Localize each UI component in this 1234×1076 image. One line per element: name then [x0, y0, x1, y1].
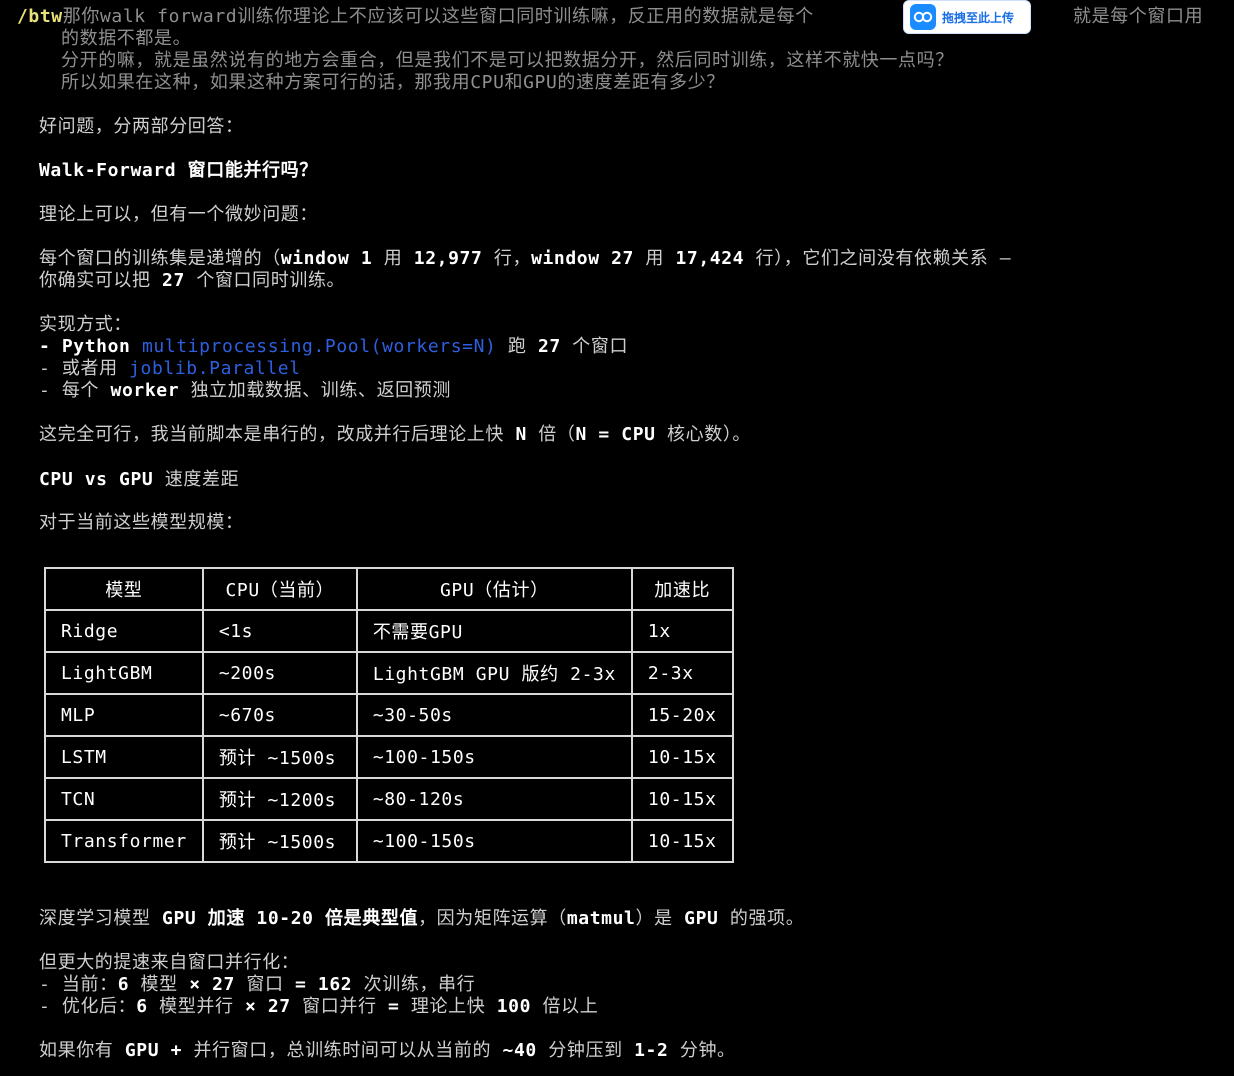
cell-gpu: ~80-120s [355, 777, 633, 821]
cell-speedup: 15-20x [630, 693, 734, 737]
s1-conclusion: 这完全可行，我当前脚本是串行的，改成并行后理论上快 N 倍（N = CPU 核心… [39, 424, 752, 445]
cell-gpu: LightGBM GPU 版约 2-3x [355, 651, 633, 695]
column-header-cpu: CPU（当前） [201, 567, 358, 611]
impl-list-item: - 每个 worker 独立加载数据、训练、返回预测 [39, 380, 451, 401]
cell-speedup: 10-15x [630, 735, 734, 779]
code-joblib-parallel: joblib.Parallel [129, 358, 301, 379]
cell-model: LightGBM [44, 651, 204, 695]
answer-intro: 好问题，分两部分回答： [39, 116, 244, 137]
s2-intro: 对于当前这些模型规模： [39, 512, 244, 533]
cell-model: Transformer [44, 819, 204, 863]
user-prompt-line-4: 所以如果在这种，如果这种方案可行的话，那我用CPU和GPU的速度差距有多少？ [61, 72, 725, 93]
s1-paragraph-2: 每个窗口的训练集是递增的（window 1 用 12,977 行，window … [39, 248, 1012, 269]
table-header-row: 模型 CPU（当前） GPU（估计） 加速比 [44, 567, 734, 611]
table-row: Transformer 预计 ~1500s ~100-150s 10-15x [44, 819, 734, 863]
table-row: Ridge <1s 不需要GPU 1x [44, 609, 734, 653]
upload-overlay: 拖拽至此上传 [903, 0, 1063, 50]
cell-gpu: ~100-150s [355, 819, 633, 863]
cell-gpu: ~100-150s [355, 735, 633, 779]
cell-model: TCN [44, 777, 204, 821]
table-row: LightGBM ~200s LightGBM GPU 版约 2-3x 2-3x [44, 651, 734, 695]
table-row: MLP ~670s ~30-50s 15-20x [44, 693, 734, 737]
column-header-model: 模型 [44, 567, 204, 611]
cell-cpu: ~200s [201, 651, 358, 695]
table-row: LSTM 预计 ~1500s ~100-150s 10-15x [44, 735, 734, 779]
btw-command: /btw [17, 6, 63, 27]
column-header-gpu: GPU（估计） [355, 567, 633, 611]
impl-list-item: - Python multiprocessing.Pool(workers=N)… [39, 336, 629, 357]
section-heading-cpu-vs-gpu: CPU vs GPU 速度差距 [39, 469, 240, 490]
cell-cpu: 预计 ~1200s [201, 777, 358, 821]
user-prompt-line-2: 的数据不都是。 [61, 28, 192, 49]
cell-speedup: 2-3x [630, 651, 734, 695]
s2-paragraph-1: 深度学习模型 GPU 加速 10-20 倍是典型值，因为矩阵运算（matmul）… [39, 908, 805, 929]
cell-cpu: 预计 ~1500s [201, 819, 358, 863]
cell-cpu: <1s [201, 609, 358, 653]
final-summary: 如果你有 GPU + 并行窗口，总训练时间可以从当前的 ~40 分钟压到 1-2… [39, 1040, 736, 1061]
cell-speedup: 10-15x [630, 819, 734, 863]
implementation-title: 实现方式： [39, 314, 132, 335]
cell-model: Ridge [44, 609, 204, 653]
prompt-text: 那你walk forward训练你理论上不应该可以这些窗口同时训练嘛，反正用的数… [62, 6, 814, 27]
s1-paragraph-3: 你确实可以把 27 个窗口同时训练。 [39, 270, 346, 291]
speed-comparison-table: 模型 CPU（当前） GPU（估计） 加速比 Ridge <1s 不需要GPU … [44, 567, 734, 863]
column-header-speedup: 加速比 [630, 567, 734, 611]
cell-speedup: 10-15x [630, 777, 734, 821]
list-item-current: - 当前：6 模型 × 27 窗口 = 162 次训练，串行 [39, 974, 476, 995]
s1-paragraph-1: 理论上可以，但有一个微妙问题： [39, 204, 318, 225]
table-row: TCN 预计 ~1200s ~80-120s 10-15x [44, 777, 734, 821]
cell-gpu: 不需要GPU [355, 609, 633, 653]
user-prompt-line-1: /btw那你walk forward训练你理论上不应该可以这些窗口同时训练嘛，反… [17, 6, 814, 28]
cell-model: MLP [44, 693, 204, 737]
code-multiprocessing-pool: multiprocessing.Pool(workers=N) [141, 336, 497, 357]
list-item-optimized: - 优化后：6 模型并行 × 27 窗口并行 = 理论上快 100 倍以上 [39, 996, 599, 1017]
user-prompt-line-1-tail: 就是每个窗口用 [1073, 6, 1204, 27]
cell-speedup: 1x [630, 609, 734, 653]
impl-list-item: - 或者用 joblib.Parallel [39, 358, 301, 379]
cell-gpu: ~30-50s [355, 693, 633, 737]
cell-model: LSTM [44, 735, 204, 779]
drag-to-upload-button[interactable]: 拖拽至此上传 [903, 0, 1031, 34]
baidu-netdisk-icon [910, 4, 936, 30]
user-prompt-line-3: 分开的嘛，就是虽然说有的地方会重合，但是我们不是可以把数据分开，然后同时训练，这… [61, 50, 954, 71]
cell-cpu: 预计 ~1500s [201, 735, 358, 779]
s2-paragraph-2: 但更大的提速来自窗口并行化： [39, 952, 300, 973]
cell-cpu: ~670s [201, 693, 358, 737]
section-heading-walk-forward: Walk-Forward 窗口能并行吗？ [39, 160, 318, 181]
upload-label: 拖拽至此上传 [942, 10, 1015, 25]
